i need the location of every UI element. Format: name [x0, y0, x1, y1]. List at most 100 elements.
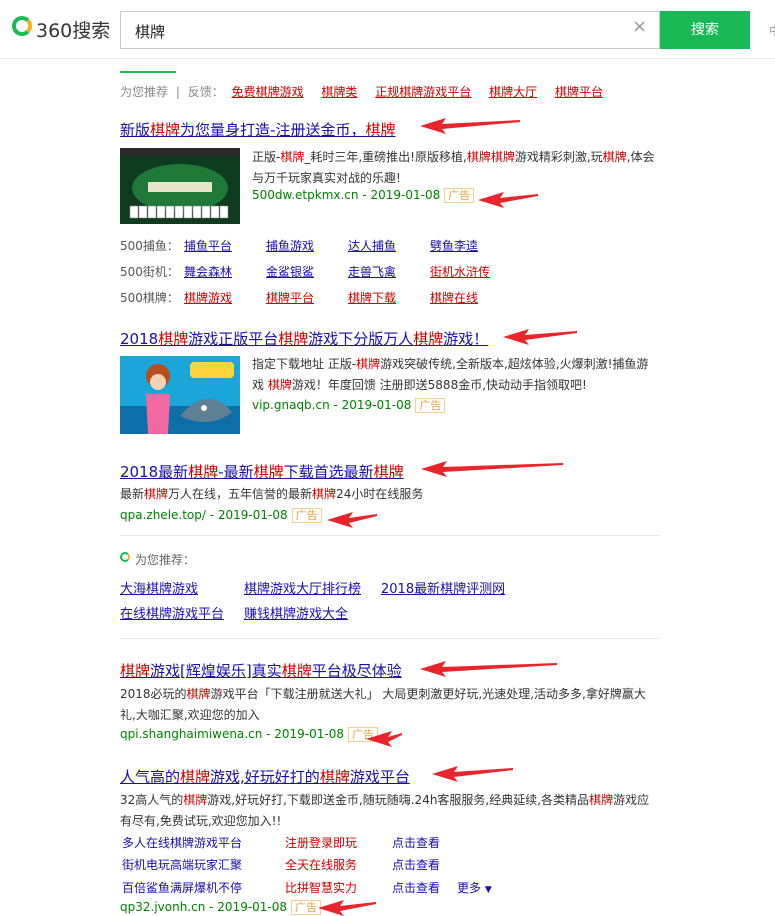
more-label: 更多 — [457, 881, 482, 895]
result-title[interactable]: 新版棋牌为您量身打造-注册送金币，棋牌 — [120, 119, 395, 140]
chevron-down-icon: ▼ — [484, 885, 492, 895]
result-title[interactable]: 2018棋牌游戏正版平台棋牌游戏下分版万人棋牌游戏！ — [120, 328, 488, 349]
result-thumbnail[interactable] — [120, 356, 240, 434]
recommend-bar: 为您推荐 | 反馈： 免费棋牌游戏 棋牌类 正规棋牌游戏平台 棋牌大厅 棋牌平台 — [120, 83, 603, 100]
recommend-link[interactable]: 棋牌平台 — [555, 85, 603, 99]
result-link[interactable]: 注册登录即玩 — [285, 834, 357, 851]
sublink[interactable]: 金鲨银鲨 — [266, 263, 348, 280]
divider: | — [175, 85, 180, 99]
sublink[interactable]: 劈鱼李逵 — [430, 237, 512, 254]
ad-badge: 广告 — [348, 727, 379, 742]
recommend-link[interactable]: 棋牌游戏大厅排行榜 — [244, 578, 361, 597]
result-thumbnail[interactable] — [120, 148, 240, 224]
result-url[interactable]: qp32.jvonh.cn - 2019-01-08 广告 — [120, 900, 322, 915]
divider — [120, 535, 660, 536]
recommend-link[interactable]: 棋牌大厅 — [489, 85, 537, 99]
sublink-label: 500街机： — [120, 265, 179, 279]
result-link[interactable]: 比拼智慧实力 — [285, 879, 357, 896]
recommend-link[interactable]: 棋牌类 — [321, 85, 357, 99]
sublink[interactable]: 棋牌平台 — [266, 289, 348, 306]
title-keyword: 棋牌 — [150, 121, 181, 139]
sublink[interactable]: 棋牌下载 — [348, 289, 430, 306]
logo-icon[interactable] — [12, 16, 32, 36]
recommend-link[interactable]: 赚钱棋牌游戏大全 — [244, 603, 348, 622]
title-keyword: 棋牌 — [278, 330, 309, 348]
overflow-icon[interactable]: 中 — [769, 22, 775, 39]
recommend-link[interactable]: 正规棋牌游戏平台 — [375, 85, 471, 99]
sublink[interactable]: 舞会森林 — [184, 263, 266, 280]
desc-keyword: 棋牌 — [186, 687, 211, 701]
desc-text: 最新 — [120, 487, 145, 501]
title-keyword: 棋牌 — [373, 463, 404, 481]
sublink[interactable]: 捕鱼游戏 — [266, 237, 348, 254]
desc-text: 32高人气的 — [120, 793, 184, 807]
recommend-link[interactable]: 2018最新棋牌评测网 — [381, 578, 505, 597]
result-link[interactable]: 百倍鲨鱼满屏爆机不停 — [122, 879, 242, 896]
url-text: 500dw.etpkmx.cn - 2019-01-08 — [252, 188, 441, 202]
desc-keyword: 棋牌 — [183, 793, 208, 807]
result-title[interactable]: 2018最新棋牌-最新棋牌下载首选最新棋牌 — [120, 461, 404, 482]
feedback-label[interactable]: 反馈： — [188, 85, 224, 99]
title-keyword: 棋牌 — [365, 121, 396, 139]
url-text: vip.gnaqb.cn - 2019-01-08 — [252, 398, 412, 412]
result-title[interactable]: 人气高的棋牌游戏,好玩好打的棋牌游戏平台 — [120, 766, 410, 787]
desc-keyword: 棋牌 — [267, 378, 292, 392]
search-box[interactable] — [120, 11, 660, 50]
red-arrow-icon — [432, 766, 513, 782]
sublink[interactable]: 街机水浒传 — [430, 263, 512, 280]
result-link[interactable]: 街机电玩高端玩家汇聚 — [122, 856, 242, 873]
desc-text: _耗时三年,重磅推出!原版移植, — [304, 150, 467, 164]
ad-badge: 广告 — [415, 398, 446, 413]
result-title[interactable]: 棋牌游戏[辉煌娱乐]真实棋牌平台极尽体验 — [120, 660, 402, 681]
title-text: 2018 — [120, 330, 159, 348]
recommend-link[interactable]: 在线棋牌游戏平台 — [120, 603, 224, 622]
recommend2-title: 为您推荐： — [135, 553, 196, 567]
red-arrow-icon — [327, 512, 377, 528]
desc-keyword: 棋牌 — [356, 357, 381, 371]
result-url[interactable]: vip.gnaqb.cn - 2019-01-08 广告 — [252, 398, 446, 413]
result-link[interactable]: 多人在线棋牌游戏平台 — [122, 834, 242, 851]
recommend-link[interactable]: 免费棋牌游戏 — [232, 85, 304, 99]
desc-text: 游戏精彩刺激,玩 — [514, 150, 603, 164]
red-arrow-icon — [420, 118, 520, 134]
desc-text: 游戏,好玩好打,下载即送金币,随玩随嗨.24h客服服务,经典延续,各类精品 — [207, 793, 590, 807]
sublink[interactable]: 棋牌在线 — [430, 289, 512, 306]
title-text: 游戏[辉煌娱乐]真实 — [150, 662, 282, 680]
recommend-prefix: 为您推荐 — [120, 85, 169, 99]
title-keyword: 棋牌 — [180, 768, 211, 786]
title-keyword: 棋牌 — [281, 662, 312, 680]
title-text: 为您量身打造-注册送金币， — [180, 121, 366, 139]
search-input[interactable] — [133, 12, 617, 50]
result-url[interactable]: 500dw.etpkmx.cn - 2019-01-08 广告 — [252, 188, 475, 203]
logo-text[interactable]: 360搜索 — [36, 16, 110, 43]
red-arrow-icon — [318, 900, 376, 916]
result-description: 指定下载地址 正版-棋牌游戏突破传统,全新版本,超炫体验,火爆刺激!捕鱼游戏 棋… — [252, 354, 660, 396]
result-url[interactable]: qpi.shanghaimiwena.cn - 2019-01-08 广告 — [120, 727, 379, 742]
desc-keyword: 棋牌 — [589, 793, 614, 807]
title-text: 游戏正版平台 — [188, 330, 279, 348]
title-text: -最新 — [218, 463, 254, 481]
sublink[interactable]: 捕鱼平台 — [184, 237, 266, 254]
result-link[interactable]: 点击查看 — [392, 856, 440, 873]
desc-text: 2018必玩的 — [120, 687, 187, 701]
active-tab-indicator — [120, 71, 176, 73]
divider — [120, 638, 660, 639]
recommend-link[interactable]: 大海棋牌游戏 — [120, 578, 198, 597]
result-link[interactable]: 点击查看 — [392, 834, 440, 851]
desc-keyword: 棋牌 — [602, 150, 627, 164]
result-link[interactable]: 点击查看 — [392, 879, 440, 896]
more-link[interactable]: 更多 ▼ — [457, 879, 492, 896]
title-keyword: 棋牌 — [253, 463, 284, 481]
sublink[interactable]: 走兽飞禽 — [348, 263, 430, 280]
sublink[interactable]: 棋牌游戏 — [184, 289, 266, 306]
result-url[interactable]: qpa.zhele.top/ - 2019-01-08 广告 — [120, 508, 322, 523]
result-link[interactable]: 全天在线服务 — [285, 856, 357, 873]
search-button[interactable]: 搜索 — [660, 11, 750, 49]
sublink[interactable]: 达人捕鱼 — [348, 237, 430, 254]
desc-text: 指定下载地址 正版- — [252, 357, 357, 371]
clear-icon[interactable]: × — [632, 17, 647, 37]
title-text: 游戏平台 — [349, 768, 410, 786]
title-text: 游戏！ — [443, 330, 489, 348]
desc-text: 24小时在线服务 — [336, 487, 424, 501]
result-description: 最新棋牌万人在线，五年信誉的最新棋牌24小时在线服务 — [120, 484, 660, 505]
